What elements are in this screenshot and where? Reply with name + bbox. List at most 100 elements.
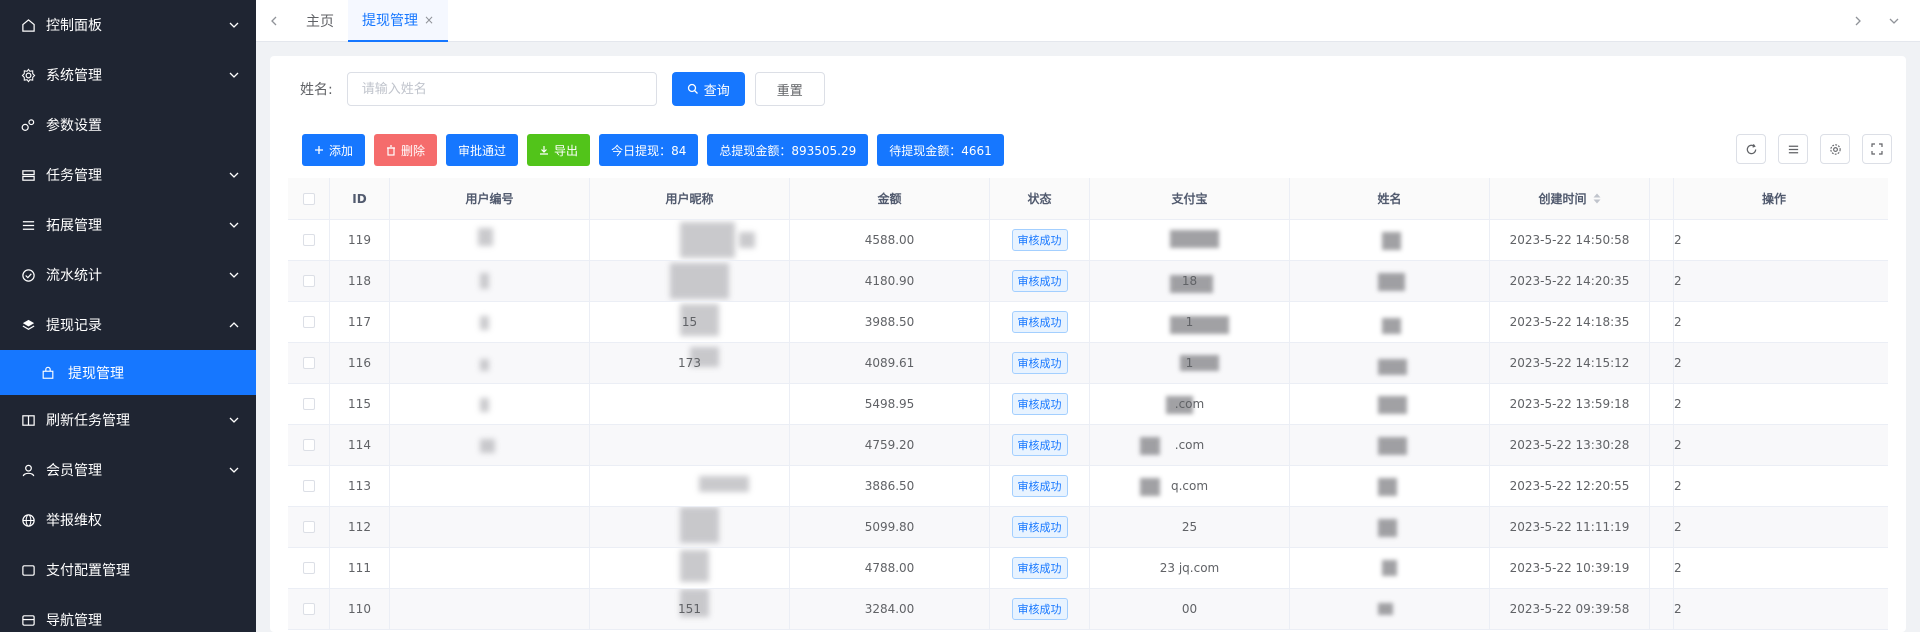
row-checkbox[interactable] [288,425,330,465]
sidebar-item-reports[interactable]: 举报维权 [0,495,256,545]
row-checkbox[interactable] [288,384,330,424]
reset-button[interactable]: 重置 [754,72,825,106]
cell-amount: 4089.61 [790,343,990,383]
table-row[interactable]: 119 4588.00 审核成功 2023-5-22 14:50:58 2 [288,220,1888,261]
created-time-label: 创建时间 [1538,192,1587,206]
sidebar-item-params[interactable]: 参数设置 [0,100,256,150]
cell-actions[interactable]: 2 [1674,425,1874,465]
cell-actions[interactable]: 2 [1674,343,1874,383]
column-header-user-id[interactable]: 用户编号 [390,178,590,219]
row-checkbox[interactable] [288,302,330,342]
row-checkbox[interactable] [288,507,330,547]
sidebar-item-refresh-tasks[interactable]: 刷新任务管理 [0,395,256,445]
window-icon [20,562,36,578]
table-row[interactable]: 110 151 3284.00 审核成功 00 2023-5-22 09:39:… [288,589,1888,630]
table-row[interactable]: 114 4759.20 审核成功 .com 2023-5-22 13:30:28… [288,425,1888,466]
row-checkbox[interactable] [288,261,330,301]
cell-name [1290,261,1490,301]
export-button[interactable]: 导出 [527,134,591,166]
sidebar-item-members[interactable]: 会员管理 [0,445,256,495]
sidebar-item-withdraw-management[interactable]: 提现管理 [0,350,256,395]
cell-actions[interactable]: 2 [1674,466,1874,506]
refresh-icon[interactable] [1736,134,1766,164]
column-header-status[interactable]: 状态 [990,178,1090,219]
redacted-blur [1381,318,1402,334]
column-header-amount[interactable]: 金额 [790,178,990,219]
cell-actions[interactable]: 2 [1674,384,1874,424]
today-withdraw-stat: 今日提现：84 [599,134,699,166]
row-checkbox[interactable] [288,220,330,260]
column-header-nickname[interactable]: 用户昵称 [590,178,790,219]
cell-user-id [390,302,590,342]
sidebar-item-label: 导航管理 [46,613,102,629]
cell-actions[interactable]: 2 [1674,220,1874,260]
server-icon [20,167,36,183]
chevron-left-icon[interactable] [256,0,292,42]
sidebar-item-navigation[interactable]: 导航管理 [0,595,256,632]
cell-actions[interactable]: 2 [1674,548,1874,588]
cell-status: 审核成功 [990,425,1090,465]
cell-user-id [390,589,590,629]
name-search-input[interactable] [346,72,657,106]
row-checkbox[interactable] [288,466,330,506]
table-row[interactable]: 116 173 4089.61 审核成功 1 2023-5-22 14:15:1… [288,343,1888,384]
sidebar-item-statistics[interactable]: 流水统计 [0,250,256,300]
fullscreen-icon[interactable] [1862,134,1892,164]
column-header-id[interactable]: ID [330,178,390,219]
table-row[interactable]: 111 4788.00 审核成功 23 jq.com 2023-5-22 10:… [288,548,1888,589]
cell-nickname [590,425,790,465]
sidebar-item-tasks[interactable]: 任务管理 [0,150,256,200]
cell-amount: 4588.00 [790,220,990,260]
cell-id: 116 [330,343,390,383]
cell-amount: 5498.95 [790,384,990,424]
sidebar-item-withdraw-records[interactable]: 提现记录 [0,300,256,350]
table-row[interactable]: 113 3886.50 审核成功 q.com 2023-5-22 12:20:5… [288,466,1888,507]
today-withdraw-label: 今日提现：84 [611,143,687,158]
close-icon[interactable]: × [424,13,434,27]
sidebar-item-payment-config[interactable]: 支付配置管理 [0,545,256,595]
delete-button[interactable]: 删除 [374,134,438,166]
cell-user-id [390,466,590,506]
sort-icon[interactable] [1593,193,1601,204]
plus-icon [314,145,324,155]
chevron-down-icon [228,414,240,426]
redacted-blur [1139,478,1160,496]
redacted-blur [679,507,720,543]
row-checkbox[interactable] [288,343,330,383]
cell-nickname: 15 [590,302,790,342]
cell-nickname [590,548,790,588]
sidebar-item-dashboard[interactable]: 控制面板 [0,0,256,50]
nickname-text: 15 [681,315,698,329]
table-row[interactable]: 118 4180.90 审核成功 18 2023-5-22 14:20:35 2 [288,261,1888,302]
redacted-blur [679,550,710,582]
cell-actions[interactable]: 2 [1674,302,1874,342]
column-list-icon[interactable] [1778,134,1808,164]
cell-alipay: 1 [1090,302,1290,342]
settings-icon[interactable] [1820,134,1850,164]
row-checkbox[interactable] [288,589,330,629]
column-header-alipay[interactable]: 支付宝 [1090,178,1290,219]
add-button[interactable]: 添加 [302,134,366,166]
sidebar-item-extension[interactable]: 拓展管理 [0,200,256,250]
column-header-name[interactable]: 姓名 [1290,178,1490,219]
query-button[interactable]: 查询 [671,72,745,106]
chevron-down-icon[interactable] [1876,0,1912,42]
table-row[interactable]: 115 5498.95 审核成功 .com 2023-5-22 13:59:18… [288,384,1888,425]
chevron-right-icon[interactable] [1840,0,1876,42]
cell-user-id [390,220,590,260]
cell-actions[interactable]: 2 [1674,261,1874,301]
table-row[interactable]: 117 15 3988.50 审核成功 1 2023-5-22 14:18:35… [288,302,1888,343]
cell-alipay [1090,220,1290,260]
tab-withdraw-management[interactable]: 提现管理 × [348,0,449,42]
nav-icon [20,612,36,628]
sidebar-item-system[interactable]: 系统管理 [0,50,256,100]
column-header-created-time[interactable]: 创建时间 [1490,178,1650,219]
row-checkbox[interactable] [288,548,330,588]
cell-actions[interactable]: 2 [1674,589,1874,629]
cell-actions[interactable]: 2 [1674,507,1874,547]
sidebar-item-label: 系统管理 [46,68,102,84]
tab-home[interactable]: 主页 [292,0,348,42]
select-all-checkbox[interactable] [288,178,330,219]
table-row[interactable]: 112 5099.80 审核成功 25 2023-5-22 11:11:19 2 [288,507,1888,548]
approve-button[interactable]: 审批通过 [446,134,519,166]
